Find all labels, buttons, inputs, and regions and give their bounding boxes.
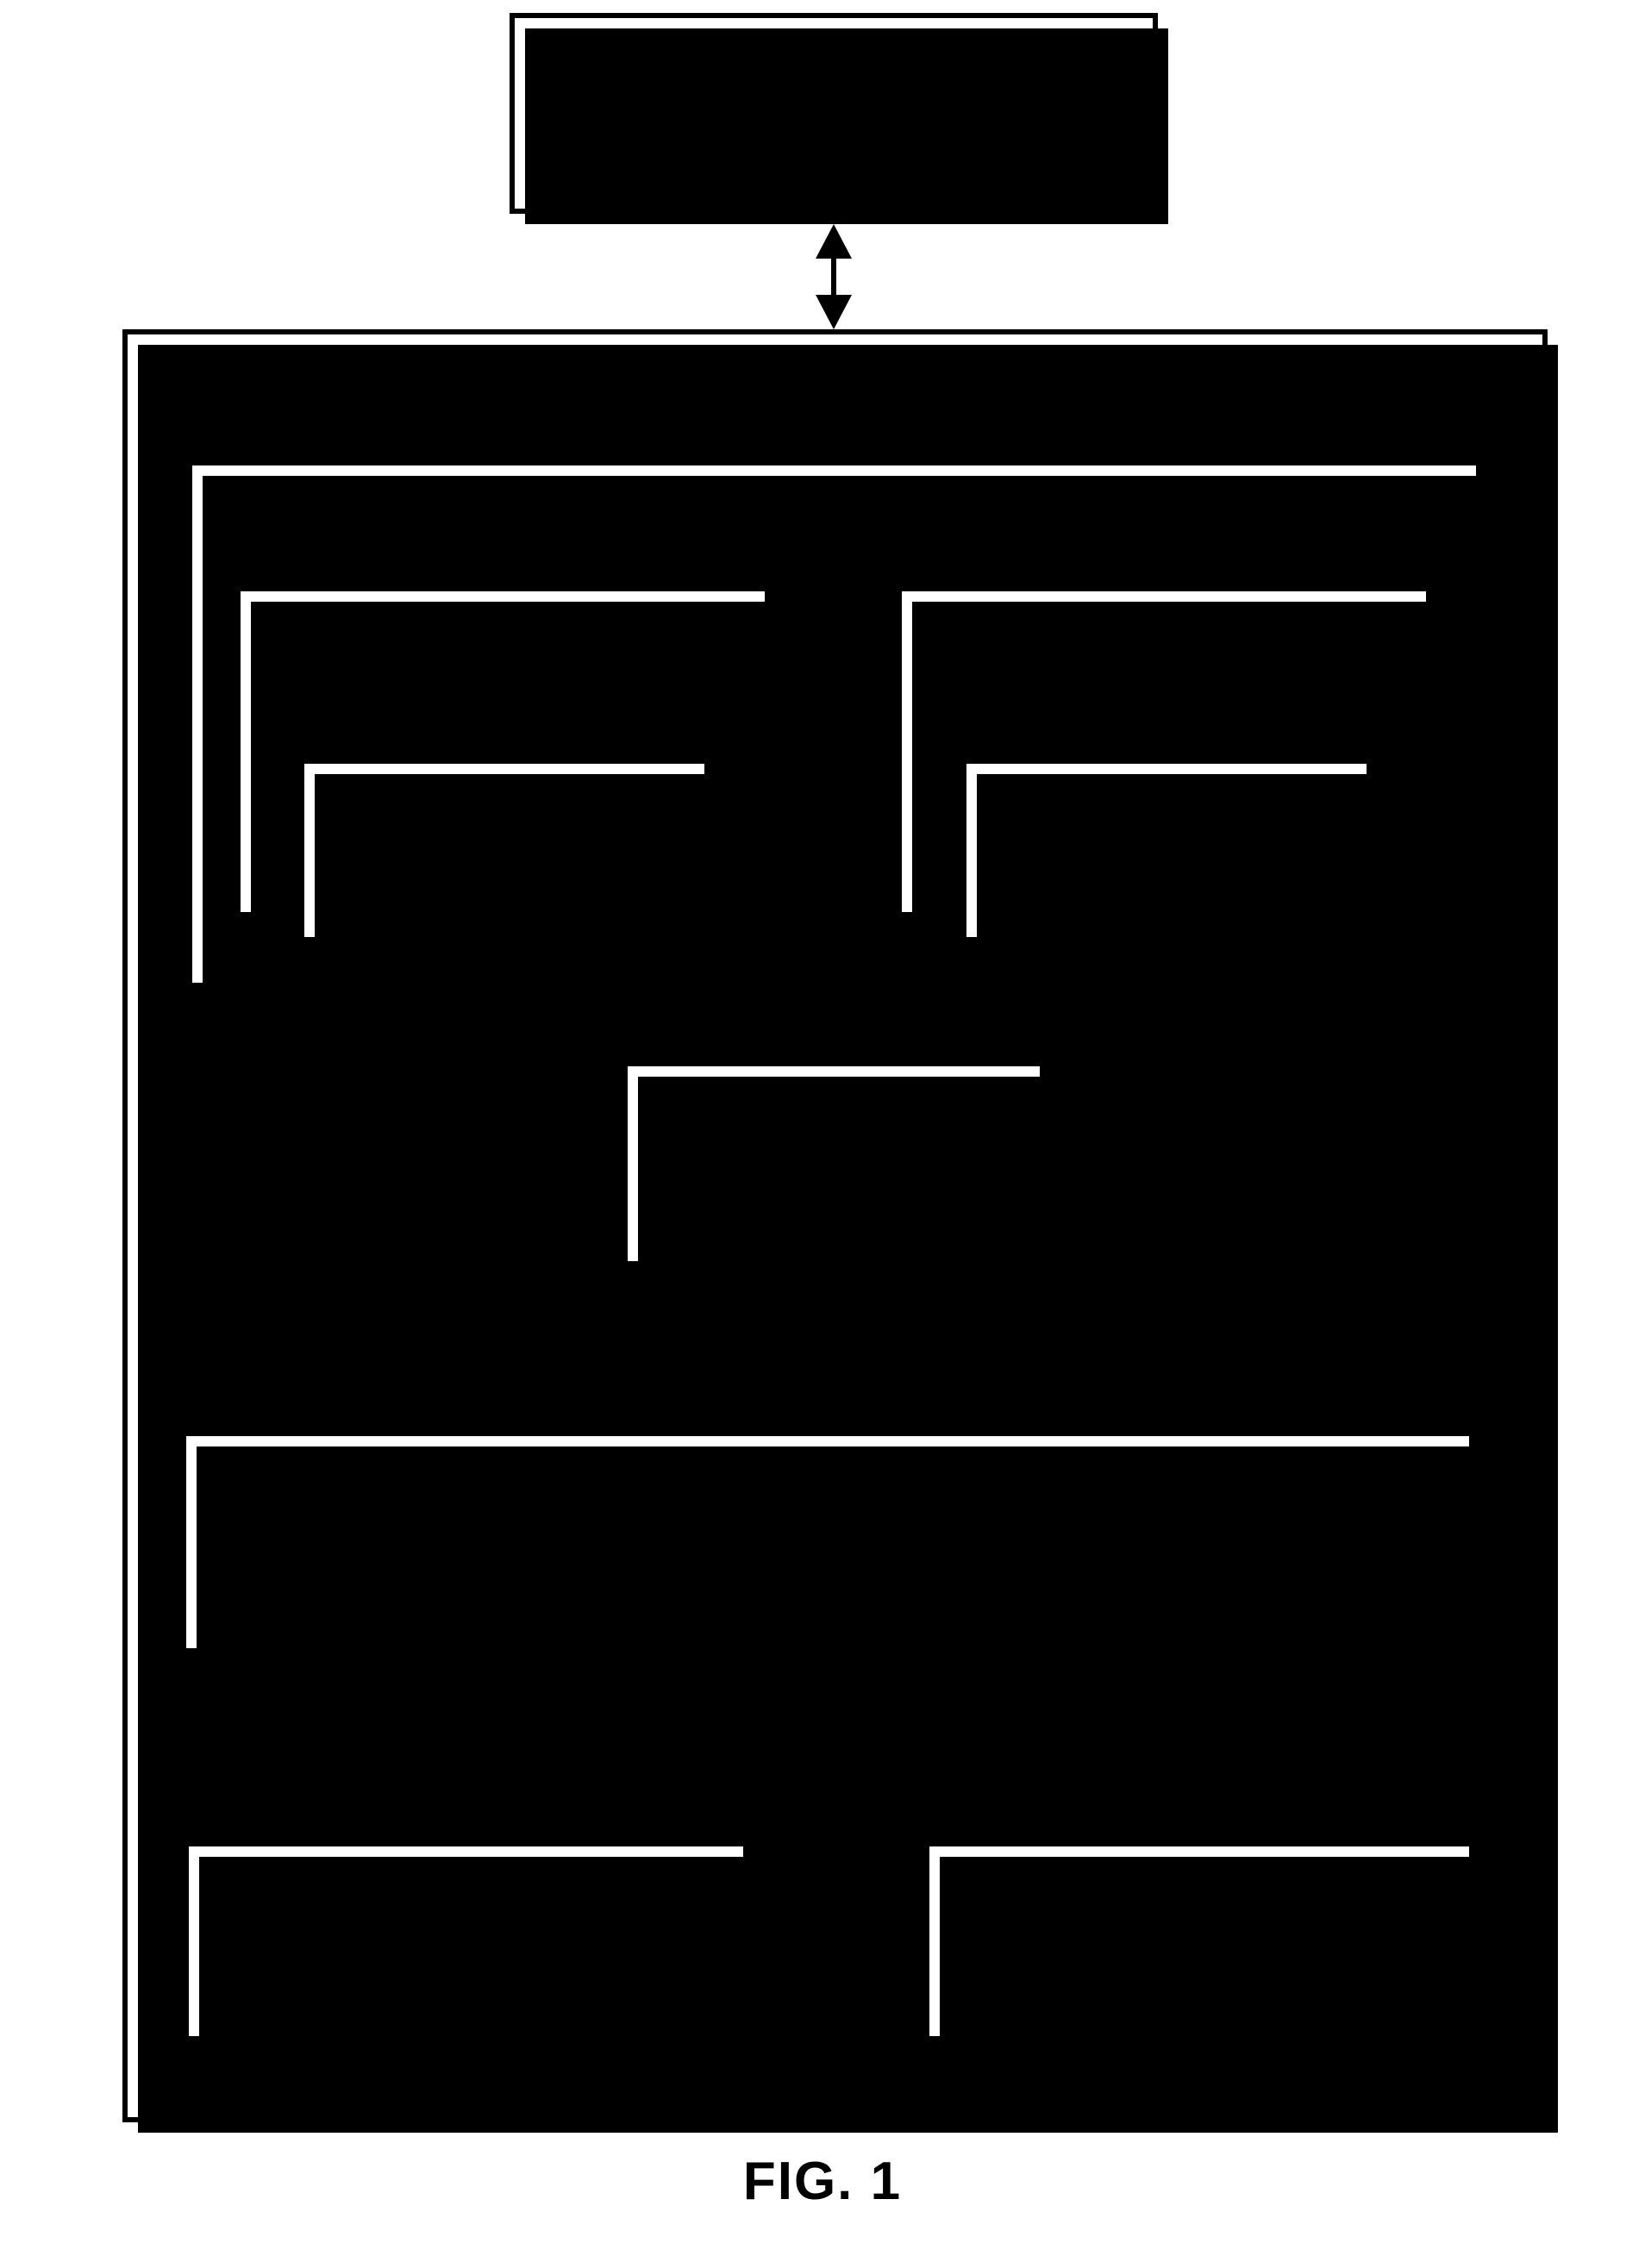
node-plugin-window-ref: 122 <box>1135 606 1193 644</box>
node-web-browser-ref: 110 <box>805 482 863 522</box>
node-gpu: 106 Graphics-Processing Unit <box>184 1841 759 2052</box>
node-server-title: Server <box>781 93 886 134</box>
node-display-screen-label: 114 Display Screen <box>929 1884 1469 1965</box>
node-plugin-label: 108 Plugin <box>628 1101 1040 1182</box>
node-gpu-ref: 106 <box>437 1885 495 1923</box>
node-display-screen: 114 Display Screen <box>924 1841 1485 2052</box>
node-plugin: 108 Plugin <box>622 1061 1055 1277</box>
node-display-screen-ref: 114 <box>1172 1885 1227 1923</box>
node-web-application-label: 116 Web Application <box>235 605 770 686</box>
arrowhead-up-server <box>816 224 852 259</box>
node-web-application-ref: 116 <box>475 606 530 644</box>
node-web-application-title: Web Application <box>378 647 627 685</box>
node-image-label: 124 Image <box>966 788 1367 869</box>
label-plugin-interface-title: Plugin Interface <box>252 1063 491 1101</box>
arrowhead-down-system <box>816 295 852 329</box>
node-display-screen-title: Display Screen <box>1083 1926 1316 1965</box>
node-operating-system-label: 112 Operating System <box>186 1483 1469 1566</box>
node-graphics-model: 118 Graphics Model <box>299 759 720 953</box>
node-plugin-window-title: Plugin Window <box>1049 647 1279 685</box>
node-operating-system: 112 Operating System <box>181 1431 1485 1664</box>
node-web-browser-label: 110 Web Browser <box>187 481 1481 565</box>
figure-caption: FIG. 1 <box>742 2152 903 2211</box>
node-plugin-window-label: 122 Plugin Window <box>897 605 1431 686</box>
node-gpu-title: Graphics-Processing Unit <box>270 1926 662 1965</box>
node-graphics-model-title: Graphics Model <box>383 829 626 868</box>
node-computing-system-ref: 102 <box>805 353 865 392</box>
node-plugin-ref: 108 <box>804 1102 863 1140</box>
patent-figure: 104 Server 102 Computing System 110 Web … <box>0 0 1645 2268</box>
node-computing-system-label: 102 Computing System <box>122 352 1548 435</box>
node-image-ref: 124 <box>1137 789 1196 827</box>
node-graphics-model-label: 118 Graphics Model <box>304 788 704 869</box>
label-plugin-interface-ref: 120 <box>434 1022 491 1059</box>
node-graphics-model-ref: 118 <box>477 789 532 827</box>
node-image: 124 Image <box>961 759 1382 953</box>
node-gpu-label: 106 Graphics-Processing Unit <box>189 1884 743 1965</box>
node-image-title: Image <box>1118 829 1215 868</box>
node-operating-system-ref: 112 <box>799 1484 856 1523</box>
node-web-browser-title: Web Browser <box>728 523 941 564</box>
node-plugin-title: Plugin <box>785 1142 882 1181</box>
label-plugin-interface: 120 Plugin Interface <box>172 1020 491 1103</box>
node-server: 104 Server <box>510 13 1168 224</box>
node-computing-system-title: Computing System <box>685 394 985 434</box>
node-server-ref: 104 <box>804 52 864 91</box>
node-operating-system-title: Operating System <box>685 1525 970 1565</box>
node-server-label: 104 Server <box>515 51 1153 134</box>
